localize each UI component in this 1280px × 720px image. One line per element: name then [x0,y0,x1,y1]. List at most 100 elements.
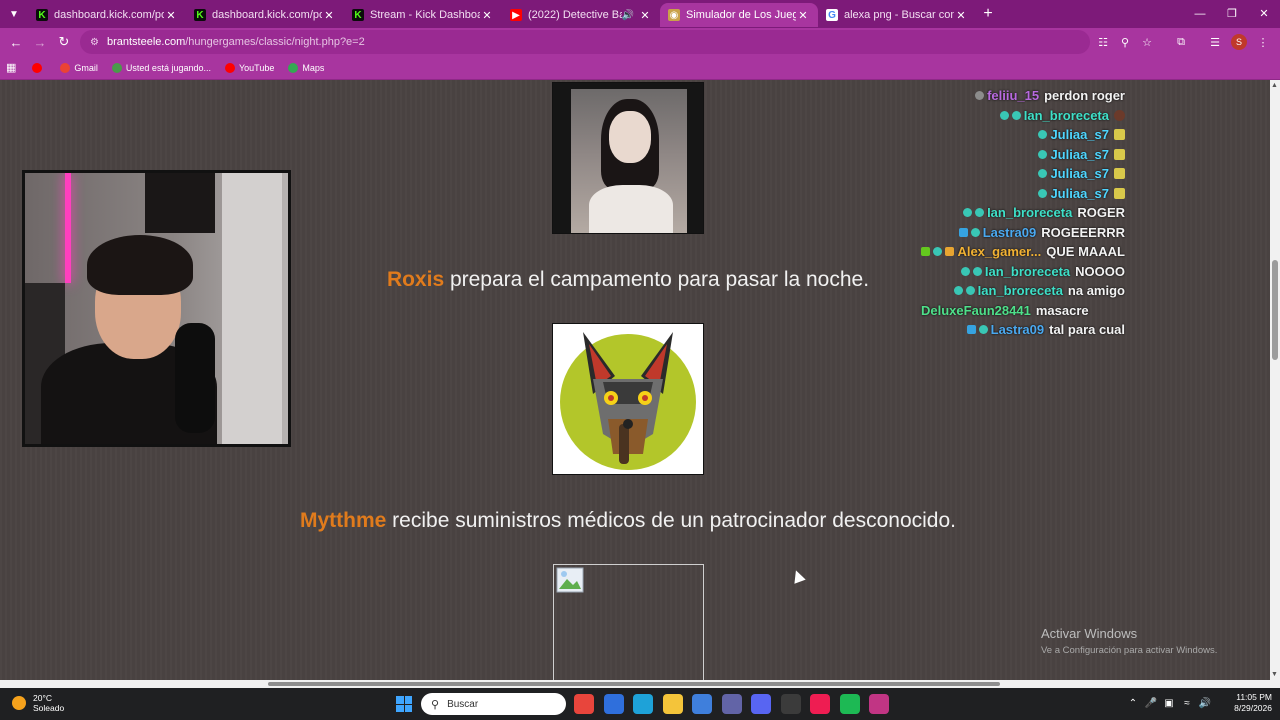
google-icon: G [826,9,838,21]
chat-username[interactable]: DeluxeFaun28441 [921,303,1031,318]
media-icon[interactable]: ☰ [1204,36,1226,49]
kick-icon: K [36,9,48,21]
chat-badge-icon [1038,130,1048,140]
chevron-up-icon[interactable]: ⌃ [1124,698,1142,709]
tiktok-icon[interactable] [810,694,830,714]
tab-4[interactable]: ◉ Simulador de Los Juegos del H✕ [660,3,818,27]
chat-text: QUE MAAAL [1046,244,1125,260]
gmail-icon [60,62,71,73]
tribute-name: Roxis [386,268,445,291]
bookmark-item[interactable] [32,62,46,73]
close-window-icon[interactable]: ✕ [1248,0,1280,28]
chat-username[interactable]: Ian_broreceta [987,205,1072,220]
bookmark-item[interactable]: Maps [288,62,324,73]
wifi-icon[interactable]: ≈ [1178,698,1196,709]
close-tab-icon[interactable]: ✕ [638,9,652,22]
tab-1[interactable]: Kdashboard.kick.com/popout/is✕ [186,3,344,27]
chat-username[interactable]: feliiu_15 [987,88,1039,103]
outlook-icon[interactable] [692,694,712,714]
obs-icon[interactable] [780,694,801,714]
close-tab-icon[interactable]: ✕ [796,9,810,22]
close-tab-icon[interactable]: ✕ [480,9,494,22]
chat-username[interactable]: Juliaa_s7 [1050,186,1109,201]
bookmark-item[interactable]: Gmail [60,62,98,73]
tab-3[interactable]: ▶ (2022) Detective Backgroun🔊 ✕ [502,3,660,27]
chat-message: Ian_broreceta ROGER [900,203,1150,223]
tribute-image-1 [552,82,704,234]
system-clock[interactable]: 11:05 PM 8/29/2026 [1222,692,1272,714]
system-tray: ⌃ 🎤 ▣ ≈ 🔊 11:05 PM 8/29/2026 [1124,692,1272,714]
bookmarks-bar: ▦ Gmail Usted está jugando... YouTube Maps [0,56,1280,80]
chat-username[interactable]: Juliaa_s7 [1050,127,1109,142]
chat-username[interactable]: Alex_gamer... [957,244,1041,259]
vertical-scrollbar[interactable]: ▲ ▼ [1270,80,1280,680]
chat-badge-icon [1038,169,1048,179]
bookmark-label: Gmail [74,62,98,73]
chat-badge-icon [965,286,975,296]
site-info-icon[interactable]: ⚙ [90,37,99,48]
address-bar[interactable]: ⚙ brantsteele.com/hungergames/classic/ni… [80,30,1090,54]
display-icon[interactable]: ▣ [1160,698,1178,709]
scroll-up-icon[interactable]: ▲ [1271,82,1278,89]
discord-icon[interactable] [751,694,771,714]
chat-username[interactable]: Ian_broreceta [985,264,1070,279]
restore-icon[interactable]: ❐ [1216,0,1248,28]
kick-icon: K [352,9,364,21]
vertical-scroll-thumb[interactable] [1272,260,1278,360]
tab-title: dashboard.kick.com/popout/is [54,9,164,21]
close-tab-icon[interactable]: ✕ [164,9,178,22]
new-tab-button[interactable]: + [976,5,1000,23]
chat-badge-icon [1038,149,1048,159]
windows-start-icon[interactable] [396,696,412,712]
tab-5[interactable]: Galexa png - Buscar con Google✕ [818,3,976,27]
chat-message: Alex_gamer... QUE MAAAL [900,242,1150,262]
chat-username[interactable]: Ian_broreceta [978,283,1063,298]
chat-badge-icon [978,325,988,335]
scroll-down-icon[interactable]: ▼ [1271,671,1278,678]
close-tab-icon[interactable]: ✕ [322,9,336,22]
chat-badge-icon [972,266,982,276]
tab-audio-icon[interactable]: 🔊 [622,10,634,21]
spotify-icon[interactable] [839,694,860,714]
tab-title: dashboard.kick.com/popout/is [212,9,322,21]
chat-username[interactable]: Juliaa_s7 [1050,147,1109,162]
apps-grid-icon[interactable]: ▦ [6,61,16,74]
teams-icon[interactable] [721,694,742,714]
tab-title: (2022) Detective Backgroun [528,9,622,21]
explorer-icon[interactable] [662,694,683,714]
horizontal-scroll-thumb[interactable] [268,682,1000,686]
microphone-icon[interactable]: 🎤 [1142,698,1160,709]
edge-icon[interactable] [633,694,653,714]
chat-username[interactable]: Juliaa_s7 [1050,166,1109,181]
instagram-icon[interactable] [869,694,889,714]
profile-avatar[interactable]: S [1231,34,1247,50]
forward-icon[interactable]: → [28,35,52,50]
close-tab-icon[interactable]: ✕ [954,9,968,22]
chat-message: Ian_broreceta na amigo [900,281,1150,301]
weather-widget[interactable]: 20°C Soleado [12,693,64,713]
star-icon[interactable]: ☆ [1136,36,1158,49]
tab-search-button[interactable]: ▼ [0,0,28,28]
clock-date: 8/29/2026 [1234,703,1272,713]
extensions-icon[interactable]: ⧉ [1170,36,1192,49]
chat-username[interactable]: Ian_broreceta [1024,108,1109,123]
horizontal-scrollbar[interactable] [0,680,1280,688]
chrome-icon[interactable] [574,694,594,714]
menu-icon[interactable]: ⋮ [1252,36,1274,49]
reload-icon[interactable]: ↻ [52,34,76,50]
bookmark-item[interactable]: YouTube [224,62,274,73]
chat-text: tal para cual [1049,322,1125,338]
back-icon[interactable]: ← [4,35,28,50]
volume-icon[interactable]: 🔊 [1196,698,1214,709]
tab-2[interactable]: K Stream - Kick Dashboard✕ [344,3,502,27]
taskbar-search[interactable]: ⚲ Buscar [421,693,566,715]
tab-0[interactable]: Kdashboard.kick.com/popout/is✕ [28,3,186,27]
chat-username[interactable]: Lastra09 [991,322,1044,337]
store-icon[interactable] [603,694,624,714]
chat-username[interactable]: Lastra09 [983,225,1036,240]
watermark-title: Activar Windows [1041,626,1138,641]
zoom-icon[interactable]: ⚲ [1114,36,1136,49]
bookmark-item[interactable]: Usted está jugando... [111,62,211,73]
translate-icon[interactable]: ☷ [1092,36,1114,49]
minimize-icon[interactable]: — [1184,0,1216,28]
